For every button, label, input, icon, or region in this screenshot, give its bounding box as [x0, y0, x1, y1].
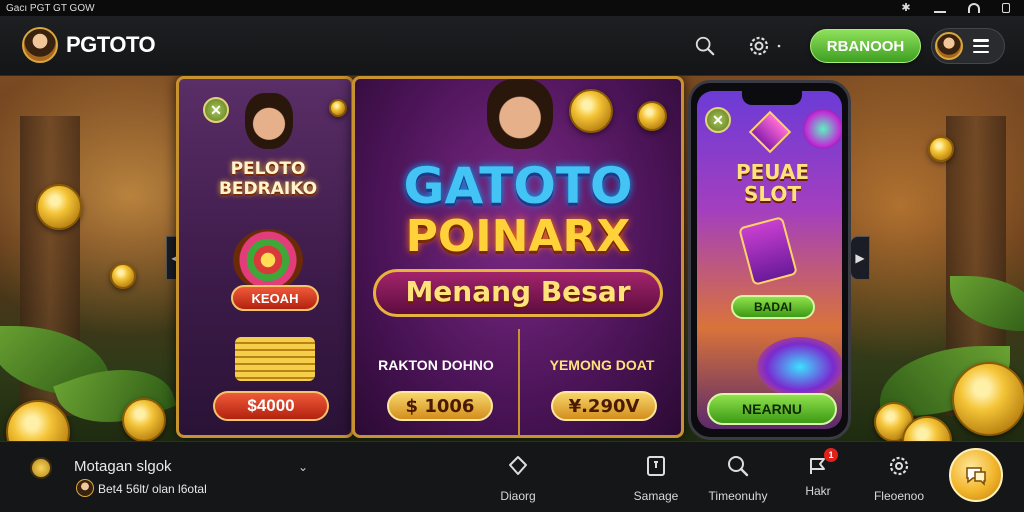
- phone-big-button[interactable]: NEARNU: [707, 393, 837, 425]
- character-portrait: [245, 93, 293, 149]
- promo-card-left[interactable]: ✕ PELOTO BEDRAIKO KEOAH $4000: [176, 76, 354, 438]
- settings-gear-icon: [889, 456, 909, 476]
- mute-icon: [934, 3, 946, 13]
- phone-title-1: PEUAE: [735, 160, 810, 184]
- nav-label: Timeonuhy: [708, 489, 768, 503]
- main-card-left-label: RAKTON DOHNO: [378, 357, 494, 373]
- gold-coin-icon: [637, 101, 667, 131]
- logo[interactable]: PGTOTO: [22, 27, 156, 63]
- phone-notch: [742, 91, 802, 105]
- profile-menu-button[interactable]: [931, 28, 1005, 64]
- promo-card-main[interactable]: GATOTO POINARX Menang Besar RAKTON DOHNO…: [352, 76, 684, 438]
- chat-bubble-icon: [966, 467, 986, 486]
- notification-badge: 1: [824, 448, 838, 462]
- orb-icon: [803, 109, 842, 149]
- close-icon[interactable]: ✕: [705, 107, 731, 133]
- nav-item-diaorg[interactable]: Diaorg: [478, 454, 558, 503]
- gold-coin-icon: [928, 136, 954, 162]
- user-avatar: [935, 32, 963, 60]
- app-header: PGTOTO RBANOOH: [0, 16, 1024, 76]
- main-card-right-amount[interactable]: ¥.290V: [551, 391, 657, 421]
- search-icon: [728, 456, 749, 477]
- nav-item-hakr[interactable]: 1 Hakr: [778, 448, 858, 498]
- gem-pile-icon: [233, 229, 303, 291]
- gem-icon: [748, 110, 792, 154]
- status-icons: ✱: [900, 2, 1010, 14]
- register-button[interactable]: RBANOOH: [810, 29, 921, 63]
- carousel-next-arrow-icon[interactable]: ▶: [850, 236, 870, 280]
- bluetooth-icon: ✱: [901, 2, 911, 14]
- nav-label: Diaorg: [500, 489, 536, 503]
- close-icon[interactable]: ✕: [203, 97, 229, 123]
- ticker-avatar: [76, 479, 94, 497]
- gold-coin-icon: [952, 362, 1024, 436]
- battery-icon: [1002, 3, 1010, 13]
- search-icon[interactable]: [694, 35, 716, 57]
- gold-coin-icon: [122, 398, 166, 441]
- coin-stack-icon: [235, 337, 315, 381]
- phone-title-2: SLOT: [743, 182, 802, 206]
- character-portrait: [487, 79, 553, 149]
- coin-badge-icon: [30, 457, 52, 479]
- notification-flag-icon: 1: [806, 448, 838, 478]
- nav-label: Samage: [633, 489, 679, 503]
- chevron-down-icon[interactable]: ⌄: [298, 460, 308, 474]
- left-card-title-1: PELOTO: [230, 159, 306, 179]
- brand-name: PGTOTO: [66, 32, 156, 57]
- status-bar-text: Gacı PGT GT GOW: [6, 2, 95, 14]
- phone-screen: ✕ PEUAE SLOT BADAI NEARNU: [697, 91, 842, 429]
- divider: [518, 329, 520, 435]
- main-card-title-1: GATOTO: [403, 157, 633, 215]
- nav-item-samage[interactable]: Samage: [616, 454, 696, 503]
- wifi-icon: [968, 3, 980, 13]
- left-card-amount[interactable]: $4000: [213, 391, 329, 421]
- shield-icon: [509, 456, 527, 475]
- status-bar: Gacı PGT GT GOW ✱: [0, 0, 1024, 16]
- hero-banner: ◀ ▶ ✕ PELOTO BEDRAIKO KEOAH $4000 GATOTO…: [0, 76, 1024, 441]
- phone-mockup[interactable]: ✕ PEUAE SLOT BADAI NEARNU: [688, 80, 851, 440]
- nav-item-fleoenoo[interactable]: Fleoenoo: [859, 454, 939, 503]
- main-card-banner: Menang Besar: [405, 275, 631, 308]
- orb-icon: [757, 337, 842, 397]
- nav-item-timeonuhy[interactable]: Timeonuhy: [698, 454, 778, 503]
- document-icon: [647, 456, 665, 476]
- gold-coin-icon: [110, 263, 136, 289]
- main-card-right-label: YEMONG DOAT: [549, 357, 655, 373]
- left-card-title-2: BEDRAIKO: [218, 179, 318, 199]
- bottom-bar: Motagan slgok Bet4 56lt/ olan l6otal ⌄ D…: [0, 441, 1024, 512]
- nav-label: Hakr: [805, 484, 831, 498]
- left-card-action-button[interactable]: KEOAH: [231, 285, 319, 311]
- main-card-left-amount[interactable]: $ 1006: [387, 391, 493, 421]
- logo-avatar: [22, 27, 58, 63]
- nav-label: Fleoenoo: [873, 489, 925, 503]
- gold-coin-icon: [329, 99, 347, 117]
- gold-coin-icon: [36, 184, 82, 230]
- chat-support-button[interactable]: [949, 448, 1003, 502]
- gold-coin-icon: [569, 89, 613, 133]
- ticker-title: Motagan slgok: [74, 458, 172, 475]
- hamburger-menu-icon: [973, 39, 989, 53]
- main-card-title-2: POINARX: [405, 211, 631, 262]
- settings-gear-icon[interactable]: [748, 35, 782, 57]
- potion-card-icon: [738, 216, 798, 286]
- phone-small-button[interactable]: BADAI: [731, 295, 815, 319]
- ticker-subtitle: Bet4 56lt/ olan l6otal: [98, 482, 207, 496]
